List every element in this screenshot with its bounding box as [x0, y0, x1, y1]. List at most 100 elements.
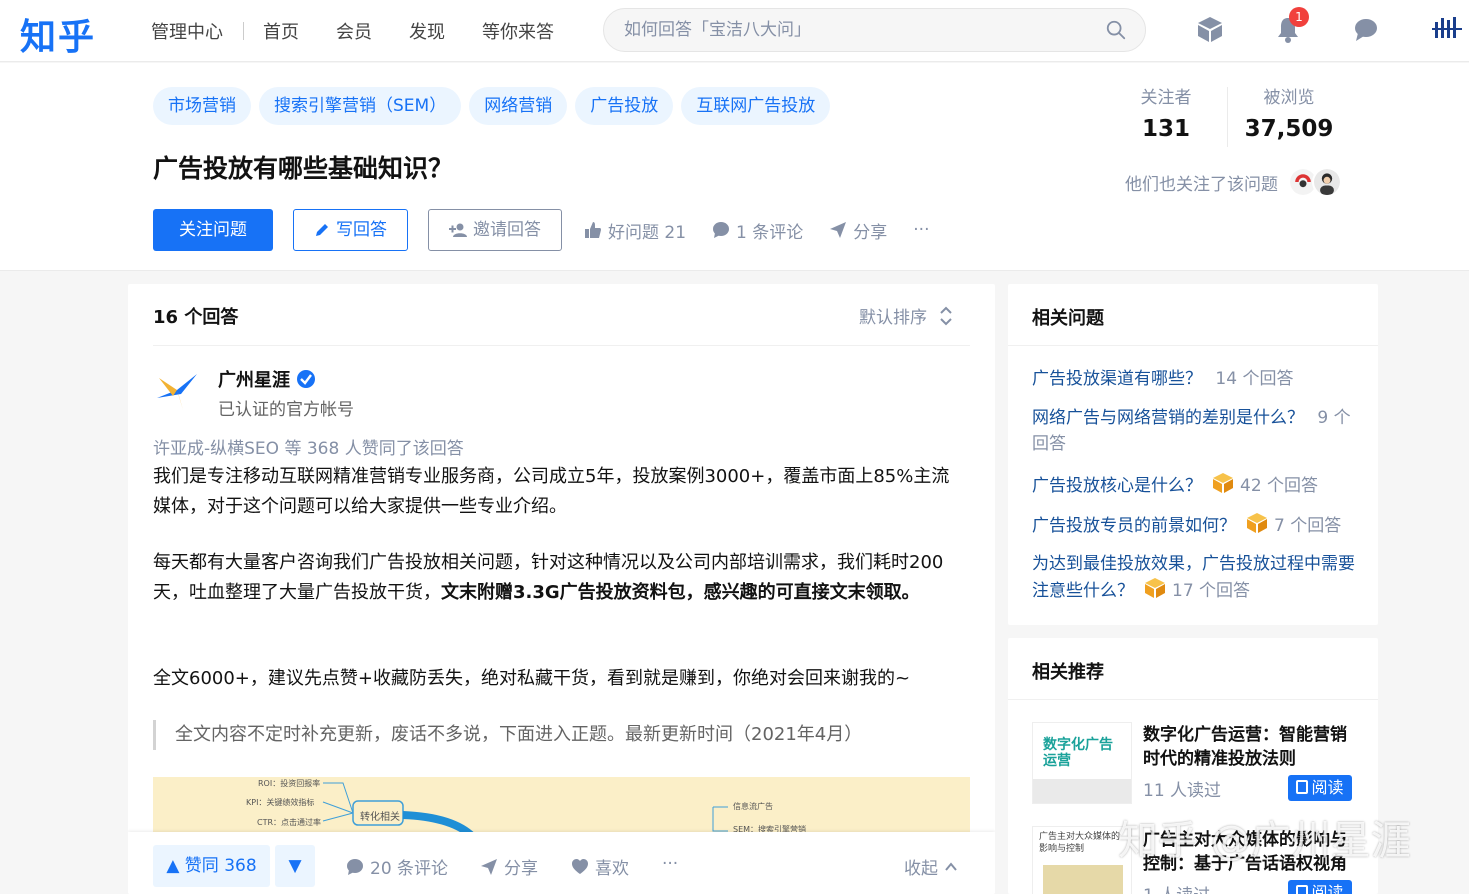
share-question-button[interactable]: 分享	[829, 218, 887, 243]
views-stat: 被浏览 37,509	[1228, 83, 1350, 147]
watermark-text: 知乎 @广州星涯	[1118, 818, 1411, 864]
sort-dropdown[interactable]: 默认排序	[859, 303, 953, 328]
question-stats: 关注者 131 被浏览 37,509	[1105, 83, 1350, 147]
zhihu-logo[interactable]: 知乎	[20, 8, 96, 60]
add-user-icon	[449, 223, 467, 237]
question-header: 市场营销 搜索引擎营销（SEM） 网络营销 广告投放 互联网广告投放 广告投放有…	[0, 63, 1469, 271]
book-cover[interactable]: 广告主对大众媒体的影响与控制	[1032, 826, 1132, 894]
topic-tag[interactable]: 网络营销	[469, 87, 568, 125]
topic-tag[interactable]: 互联网广告投放	[681, 87, 831, 125]
answer-paragraph: 全文6000+，建议先点赞+收藏防丢失，绝对私藏干货，看到就是赚到，你绝对会回来…	[153, 668, 911, 689]
topic-tags: 市场营销 搜索引擎营销（SEM） 网络营销 广告投放 互联网广告投放	[153, 87, 838, 125]
related-question-item[interactable]: 广告投放核心是什么？ 42 个回答	[1032, 472, 1357, 499]
upvote-button[interactable]: ▲ 赞同 368	[153, 845, 270, 887]
follower-avatar[interactable]	[1312, 167, 1342, 197]
write-answer-button[interactable]: 写回答	[293, 209, 408, 251]
downvote-button[interactable]: ▼	[275, 845, 315, 887]
header-divider	[153, 345, 970, 346]
views-count: 37,509	[1244, 116, 1334, 142]
related-questions-divider	[1008, 345, 1378, 346]
message-icon[interactable]	[1351, 14, 1381, 44]
question-title: 广告投放有哪些基础知识？	[153, 154, 454, 183]
share-question-label: 分享	[853, 222, 888, 243]
author-bio: 已认证的官方帐号	[218, 400, 354, 420]
answer-comments-button[interactable]: 20 条评论	[346, 854, 448, 879]
answer-paragraph: 我们是专注移动互联网精准营销专业服务商，公司成立5年，投放案例3000+，覆盖市…	[153, 466, 950, 517]
book-cover-title: 数字化广告运营	[1043, 737, 1113, 769]
nav-divider	[243, 22, 244, 40]
mindmap-label: CTR：点击通过率	[257, 818, 322, 827]
author-name[interactable]: 广州星涯	[218, 366, 316, 392]
search-input[interactable]	[624, 18, 1084, 42]
collapse-label: 收起	[904, 859, 938, 879]
write-answer-label: 写回答	[336, 220, 387, 240]
question-comments-button[interactable]: 1 条评论	[712, 218, 803, 243]
comment-icon	[347, 858, 363, 875]
read-book-button[interactable]: 阅读	[1288, 880, 1352, 894]
answer-blockquote: 全文内容不定时补充更新，废话不多说，下面进入正题。最新更新时间（2021年4月）	[153, 720, 958, 750]
search-icon[interactable]	[1105, 19, 1127, 41]
followers-label: 关注者	[1140, 88, 1192, 108]
follow-question-button[interactable]: 关注问题	[153, 209, 273, 251]
related-questions-card: 相关问题 广告投放渠道有哪些？ 14 个回答 网络广告与网络营销的差别是什么？ …	[1008, 284, 1378, 625]
book-cover-title: 广告主对大众媒体的影响与控制	[1039, 832, 1121, 854]
comment-icon	[713, 222, 730, 238]
read-button-label: 阅读	[1311, 883, 1344, 894]
invite-answer-button[interactable]: 邀请回答	[428, 209, 562, 251]
book-icon	[1296, 885, 1309, 894]
good-question-label: 好问题 21	[608, 222, 687, 243]
nav-discover[interactable]: 发现	[409, 18, 445, 44]
cube-icon[interactable]	[1195, 14, 1225, 44]
book-cover-art	[1033, 779, 1131, 803]
mindmap-image[interactable]: ROI：投资回报率 KPI：关键绩效指标 CTR：点击通过率 转化相关 信息流广…	[153, 777, 970, 837]
book-title[interactable]: 数字化广告运营：智能营销时代的精准投放法则	[1143, 723, 1358, 771]
author-avatar[interactable]	[153, 368, 201, 416]
topic-tag[interactable]: 市场营销	[153, 87, 251, 125]
answer-comments-label: 20 条评论	[370, 859, 449, 879]
nav-home[interactable]: 首页	[263, 18, 299, 44]
main-nav: 管理中心 首页 会员 发现 等你来答	[151, 18, 591, 44]
related-question-item[interactable]: 为达到最佳投放效果，广告投放过程中需要注意些什么？ 17 个回答	[1032, 551, 1357, 604]
question-comments-label: 1 条评论	[736, 222, 804, 243]
nav-vip[interactable]: 会员	[336, 18, 372, 44]
notification-badge: 1	[1289, 7, 1309, 27]
related-question-count: 42 个回答	[1240, 476, 1319, 496]
answer-share-button[interactable]: 分享	[480, 854, 538, 879]
nav-admin-center[interactable]: 管理中心	[151, 18, 223, 44]
topic-tag[interactable]: 搜索引擎营销（SEM）	[259, 87, 462, 125]
nav-waiting-answers[interactable]: 等你来答	[482, 18, 554, 44]
top-nav-bar: 知乎 管理中心 首页 会员 发现 等你来答 1	[0, 0, 1469, 62]
cube-icon	[1145, 578, 1165, 598]
book-read-count: 1 人读过	[1143, 881, 1210, 894]
related-question-item[interactable]: 广告投放专员的前景如何？ 7 个回答	[1032, 512, 1357, 539]
related-question-text: 广告投放渠道有哪些？	[1032, 369, 1202, 389]
answers-card: 16 个回答 默认排序 广州星涯 已认证的官方帐号 许亚成-纵横SEO 等 36…	[128, 284, 995, 894]
book-cover[interactable]: 数字化广告运营	[1032, 722, 1132, 804]
book-cover-art	[1043, 865, 1123, 894]
answer-like-label: 喜欢	[595, 859, 629, 879]
topic-tag[interactable]: 广告投放	[575, 87, 674, 125]
mindmap-center-label: 转化相关	[360, 812, 400, 823]
answer-paragraph: 每天都有大量客户咨询我们广告投放相关问题，针对这种情况以及公司内部培训需求，我们…	[153, 548, 958, 608]
related-question-item[interactable]: 网络广告与网络营销的差别是什么？ 9 个回答	[1032, 405, 1357, 457]
good-question-button[interactable]: 好问题 21	[584, 218, 686, 243]
answer-like-button[interactable]: 喜欢	[571, 854, 629, 879]
search-box	[603, 8, 1146, 52]
thumbs-up-icon	[585, 222, 601, 238]
read-book-button[interactable]: 阅读	[1288, 775, 1352, 801]
mindmap-label: ROI：投资回报率	[258, 779, 321, 788]
sort-arrows-icon	[940, 306, 952, 325]
related-question-text: 广告投放核心是什么？	[1032, 476, 1202, 496]
followers-stat[interactable]: 关注者 131	[1105, 83, 1227, 147]
more-options-button[interactable]: ···	[913, 220, 929, 240]
invite-answer-label: 邀请回答	[473, 220, 541, 240]
related-question-count: 17 个回答	[1172, 581, 1251, 601]
related-question-count: 14 个回答	[1215, 369, 1294, 389]
answer-likers[interactable]: 许亚成-纵横SEO 等 368 人赞同了该回答	[153, 434, 464, 459]
read-button-label: 阅读	[1311, 778, 1344, 797]
cube-icon	[1213, 473, 1233, 493]
collapse-answer-button[interactable]: 收起	[904, 854, 964, 879]
answer-more-button[interactable]: ···	[662, 854, 678, 874]
related-question-item[interactable]: 广告投放渠道有哪些？ 14 个回答	[1032, 366, 1357, 392]
user-avatar-icon[interactable]	[1432, 14, 1462, 44]
